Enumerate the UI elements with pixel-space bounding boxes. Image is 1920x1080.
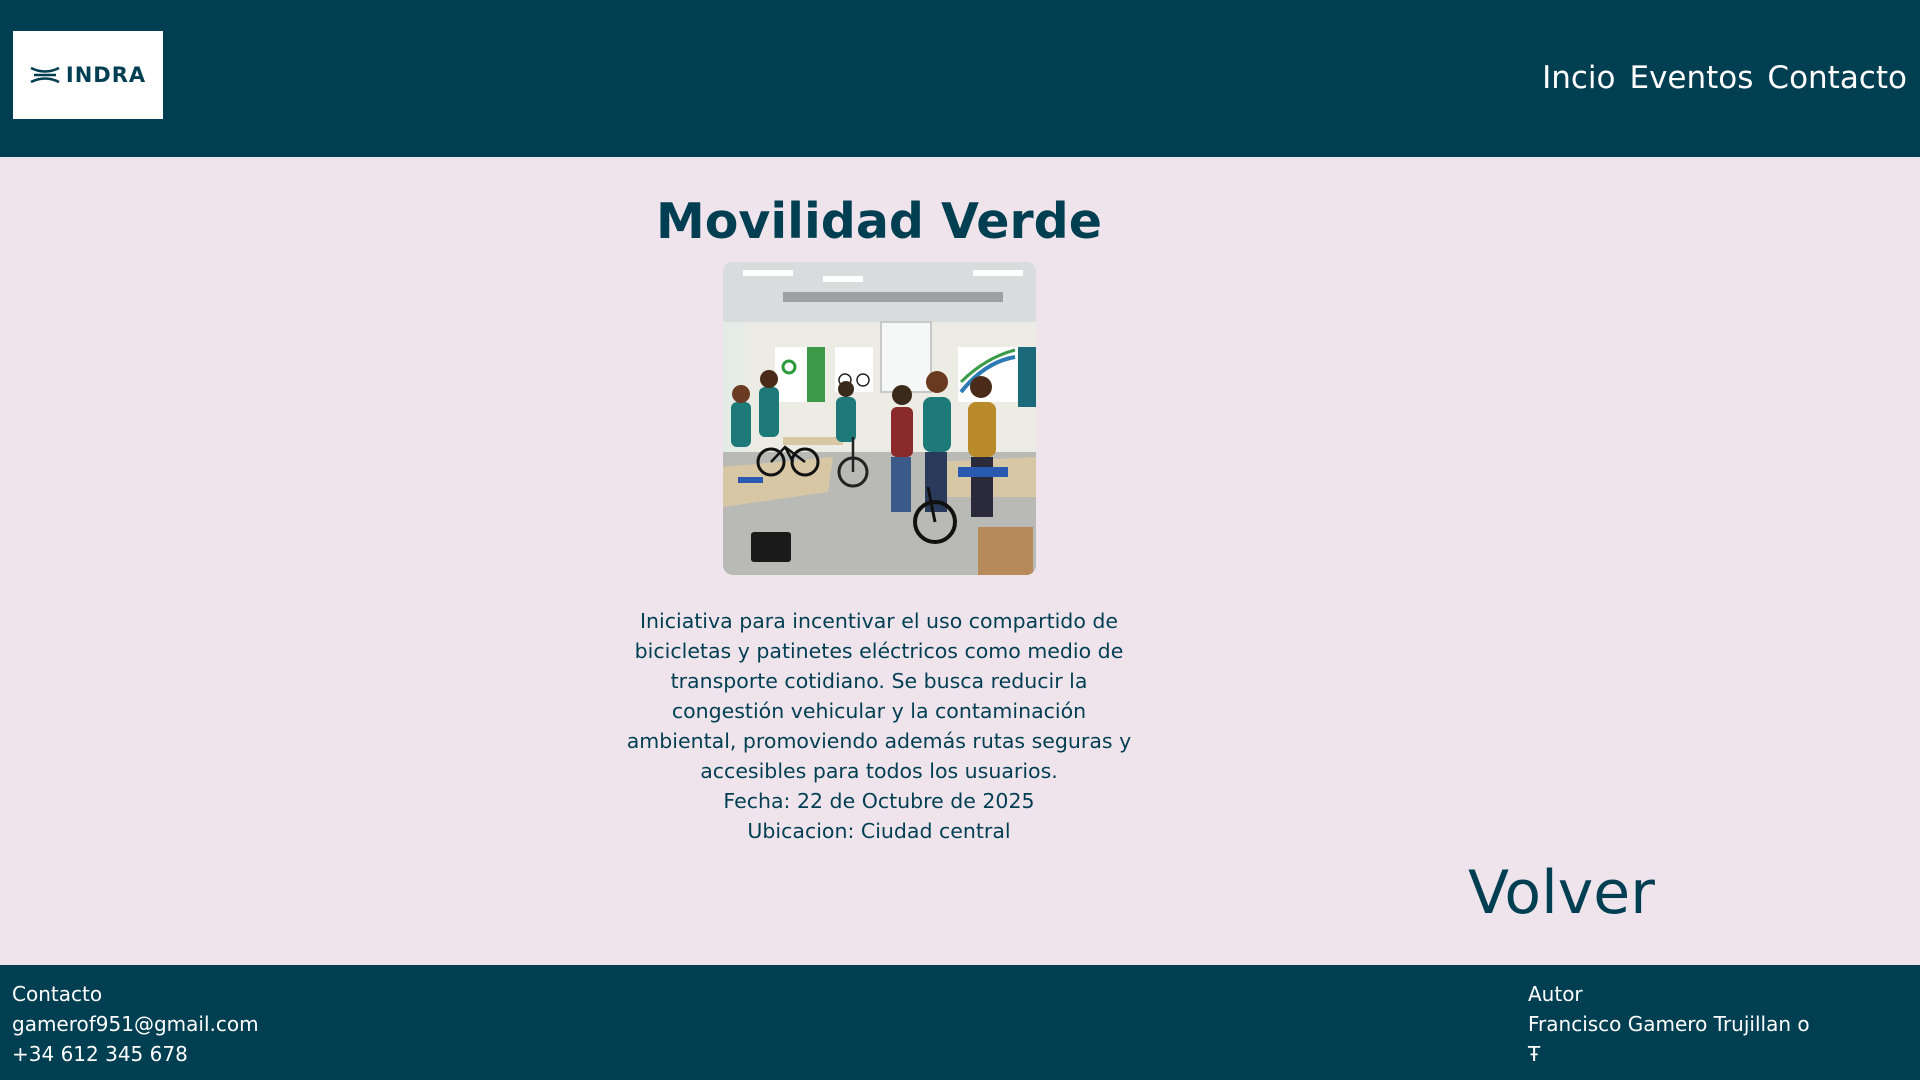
footer-author-symbol: Ŧ: [1528, 1042, 1541, 1066]
main-nav: Incio Eventos Contacto: [1542, 56, 1907, 100]
event-location: Ubicacion: Ciudad central: [747, 819, 1011, 843]
event-date: Fecha: 22 de Octubre de 2025: [723, 789, 1035, 813]
footer-author-heading: Autor: [1528, 982, 1583, 1006]
footer-contact: Contacto gamerof951@gmail.com +34 612 34…: [12, 979, 259, 1069]
nav-link-inicio[interactable]: Incio: [1542, 56, 1615, 100]
site-footer: Contacto gamerof951@gmail.com +34 612 34…: [0, 965, 1920, 1080]
footer-author-name: Francisco Gamero Trujillan o: [1528, 1012, 1810, 1036]
footer-contact-phone: +34 612 345 678: [12, 1042, 188, 1066]
footer-contact-heading: Contacto: [12, 982, 103, 1006]
logo-text: INDRA: [65, 63, 147, 87]
indra-logo-icon: [30, 66, 60, 84]
nav-link-eventos[interactable]: Eventos: [1629, 56, 1753, 100]
site-header: INDRA Incio Eventos Contacto: [0, 0, 1920, 157]
event-title: Movilidad Verde: [656, 193, 1102, 250]
nav-link-contacto[interactable]: Contacto: [1767, 56, 1907, 100]
event-description: Iniciativa para incentivar el uso compar…: [626, 609, 1132, 783]
footer-contact-email: gamerof951@gmail.com: [12, 1012, 259, 1036]
event-description-block: Iniciativa para incentivar el uso compar…: [620, 606, 1138, 846]
indra-logo[interactable]: INDRA: [13, 31, 163, 119]
event-image: [723, 262, 1036, 575]
back-link[interactable]: Volver: [1468, 855, 1655, 931]
footer-author: Autor Francisco Gamero Trujillan o Ŧ: [1528, 979, 1828, 1069]
